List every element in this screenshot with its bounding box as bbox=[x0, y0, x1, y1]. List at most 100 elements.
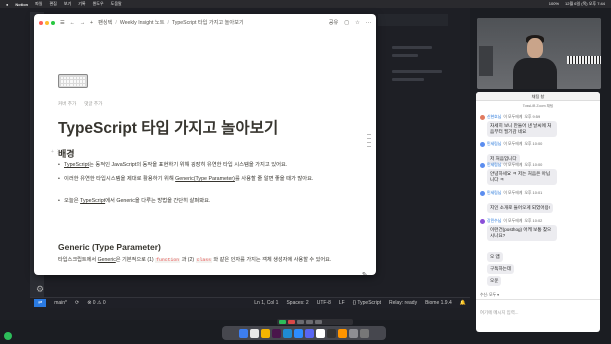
menu-item-file[interactable]: 파일 bbox=[35, 1, 42, 7]
macos-dock bbox=[222, 326, 386, 340]
bell-icon[interactable]: 🔔 bbox=[460, 300, 466, 306]
breadcrumb-current[interactable]: TypeScript 타입 가지고 놀아보기 bbox=[172, 19, 244, 26]
bullet-text: 이러한 유연한 타입시스템을 제대로 활용하기 위해 bbox=[64, 176, 176, 182]
timestamp: 오후 10:01 bbox=[524, 190, 543, 195]
indent-setting[interactable]: Spaces: 2 bbox=[286, 300, 308, 306]
message-text: 이런건(posthog) 어케 보통 찾으시나요? bbox=[487, 225, 557, 242]
heading-generic[interactable]: Generic (Type Parameter) bbox=[58, 242, 161, 252]
chat-message[interactable]: 민세림님 이 모두에게 오후 10:00 안녕하세요 ㅋ 저는 처음은 아닙니다 ㅋ bbox=[480, 162, 596, 186]
chat-message[interactable]: 신현호님 이 모두에게 오후 9:59 자세히 보니 만들어 낸 날씨에 처음부터 … bbox=[480, 114, 596, 138]
chat-message[interactable]: 강민수님 이 모두에게 오후 10:02 이런건(posthog) 어케 보통 찾으… bbox=[480, 218, 596, 242]
sender-name: 민세림님 bbox=[487, 162, 502, 167]
recipient: 이 모두에게 bbox=[503, 190, 523, 195]
chat-recipient-select[interactable]: 수신: 모두 ▾ bbox=[480, 292, 499, 298]
relay-status[interactable]: Relay: ready bbox=[389, 300, 417, 306]
menu-item-edit[interactable]: 편집 bbox=[49, 1, 56, 7]
problems-count[interactable]: ⊗ 0 ⚠ 0 bbox=[87, 300, 105, 306]
cursor-position[interactable]: Ln 1, Col 1 bbox=[254, 300, 278, 306]
menu-app-name[interactable]: Notion bbox=[15, 2, 28, 7]
chat-message-short[interactable]: 오 앱 bbox=[487, 252, 503, 262]
sender-name: 강민수님 bbox=[487, 218, 502, 223]
forward-arrow-icon[interactable]: → bbox=[80, 20, 85, 26]
app-icon[interactable] bbox=[338, 328, 347, 338]
menubar-clock[interactable]: 12월 6일 (목) 오후 7:44 bbox=[565, 1, 605, 7]
battery-status[interactable]: 100% bbox=[549, 1, 559, 7]
sender-name: 민세림님 bbox=[487, 141, 502, 146]
apple-icon[interactable]: ● bbox=[6, 2, 8, 7]
settings-icon[interactable] bbox=[349, 328, 358, 338]
bullet-item[interactable]: • 이러한 유연한 타입시스템을 제대로 활용하기 위해 Generic(Typ… bbox=[58, 176, 332, 184]
comment-icon[interactable]: ▢ bbox=[344, 20, 349, 26]
trash-icon[interactable] bbox=[360, 328, 369, 338]
add-comment-button[interactable]: 댓글 추가 bbox=[84, 101, 102, 107]
bullet-link[interactable]: TypeScript bbox=[80, 198, 105, 204]
pause-icon[interactable] bbox=[297, 320, 304, 324]
timestamp: 오후 10:00 bbox=[524, 162, 543, 167]
biome-status[interactable]: Biome 1.9.4 bbox=[425, 300, 452, 306]
bullet-link[interactable]: Generic(Type Parameter) bbox=[175, 176, 235, 182]
chat-message[interactable]: 민세림님 이 모두에게 오후 10:01 지인 소개로 들어오게 되었어용! bbox=[480, 190, 596, 214]
star-icon[interactable]: ☆ bbox=[355, 20, 360, 26]
terminal-icon[interactable] bbox=[327, 328, 336, 338]
slack-icon[interactable] bbox=[272, 328, 281, 338]
add-icon[interactable]: + bbox=[90, 20, 93, 26]
back-arrow-icon[interactable]: ← bbox=[70, 20, 75, 26]
menu-item-view[interactable]: 보기 bbox=[64, 1, 71, 7]
sidebar-toggle-icon[interactable]: ☰ bbox=[60, 20, 65, 26]
share-button[interactable]: 공유 bbox=[329, 19, 339, 26]
sync-icon[interactable]: ⟳ bbox=[75, 300, 79, 306]
chat-message-short[interactable]: 구독하는데 bbox=[487, 264, 515, 274]
share-status-icon[interactable] bbox=[279, 320, 286, 324]
stop-share-icon[interactable] bbox=[288, 320, 295, 324]
minimize-button[interactable] bbox=[45, 20, 49, 25]
sender-name: 민세림님 bbox=[487, 190, 502, 195]
launchpad-icon[interactable] bbox=[250, 328, 259, 338]
more-icon[interactable] bbox=[315, 320, 322, 324]
zoom-chat-panel: 채팅 창 TossLiB Zoom 채팅 신현호님 이 모두에게 오후 9:59 자… bbox=[476, 92, 600, 332]
discord-icon[interactable] bbox=[305, 328, 314, 338]
para-link[interactable]: Generic bbox=[98, 257, 116, 263]
message-text: 안녕하세요 ㅋ 저는 처음은 아닙니다 ㅋ bbox=[487, 169, 557, 186]
breadcrumb-parent[interactable]: Weekly Insight 노트 bbox=[120, 19, 165, 26]
page-title[interactable]: TypeScript 타입 가지고 놀아보기 bbox=[58, 116, 278, 138]
vscode-editor-tabs[interactable] bbox=[378, 14, 448, 26]
eol[interactable]: LF bbox=[339, 300, 345, 306]
bullet-item[interactable]: • TypeScript는 동적인 JavaScript의 동작을 표현하기 위… bbox=[58, 162, 332, 170]
menu-item-history[interactable]: 기록 bbox=[78, 1, 85, 7]
toc-outline-icon[interactable] bbox=[367, 134, 371, 154]
vscode-icon[interactable] bbox=[283, 328, 292, 338]
notion-icon[interactable] bbox=[316, 328, 325, 338]
chat-message-short[interactable]: 오운 bbox=[487, 276, 502, 286]
chrome-icon[interactable] bbox=[261, 328, 270, 338]
status-indicator-icon[interactable] bbox=[4, 332, 12, 340]
annotate-icon[interactable] bbox=[306, 320, 313, 324]
menu-item-help[interactable]: 도움말 bbox=[111, 1, 122, 7]
remote-icon[interactable]: ⇌ bbox=[34, 299, 47, 307]
add-cover-button[interactable]: 커버 추가 bbox=[58, 101, 76, 107]
edit-pen-icon[interactable]: ✎ bbox=[362, 271, 368, 275]
gear-icon[interactable]: ⚙ bbox=[36, 284, 46, 294]
language-mode[interactable]: {} TypeScript bbox=[353, 300, 381, 306]
git-branch[interactable]: main* bbox=[54, 300, 67, 306]
bullet-text: 에서 Generic을 다루는 방법을 간단히 살펴봐요. bbox=[105, 198, 211, 204]
zoom-icon[interactable] bbox=[294, 328, 303, 338]
menu-item-window[interactable]: 윈도우 bbox=[93, 1, 104, 7]
vscode-status-bar: ⇌ main* ⟳ ⊗ 0 ⚠ 0 Ln 1, Col 1 Spaces: 2 … bbox=[30, 297, 470, 308]
breadcrumb-workspace[interactable]: 팬싱텍 bbox=[98, 19, 112, 26]
more-icon[interactable]: ⋯ bbox=[366, 20, 371, 26]
window-controls bbox=[39, 20, 55, 25]
divider bbox=[476, 299, 600, 300]
page-icon-keyboard[interactable] bbox=[58, 74, 88, 88]
chat-input[interactable]: 여기에 메시지 입력... bbox=[480, 310, 518, 316]
code-line bbox=[392, 46, 432, 49]
paragraph-generic[interactable]: 타입스크립트에서 Generic은 기본적으로 (1) function 과 (… bbox=[58, 257, 340, 265]
bullet-link[interactable]: TypeScript bbox=[64, 162, 89, 168]
screen-share-toolbar[interactable] bbox=[277, 319, 353, 325]
heading-background[interactable]: 배경 bbox=[58, 147, 75, 160]
encoding[interactable]: UTF-8 bbox=[317, 300, 331, 306]
bullet-item[interactable]: • 오늘은 TypeScript에서 Generic을 다루는 방법을 간단히 … bbox=[58, 198, 332, 206]
maximize-button[interactable] bbox=[51, 20, 55, 25]
close-button[interactable] bbox=[39, 20, 43, 25]
inline-code: function bbox=[155, 258, 181, 263]
finder-icon[interactable] bbox=[239, 328, 248, 338]
